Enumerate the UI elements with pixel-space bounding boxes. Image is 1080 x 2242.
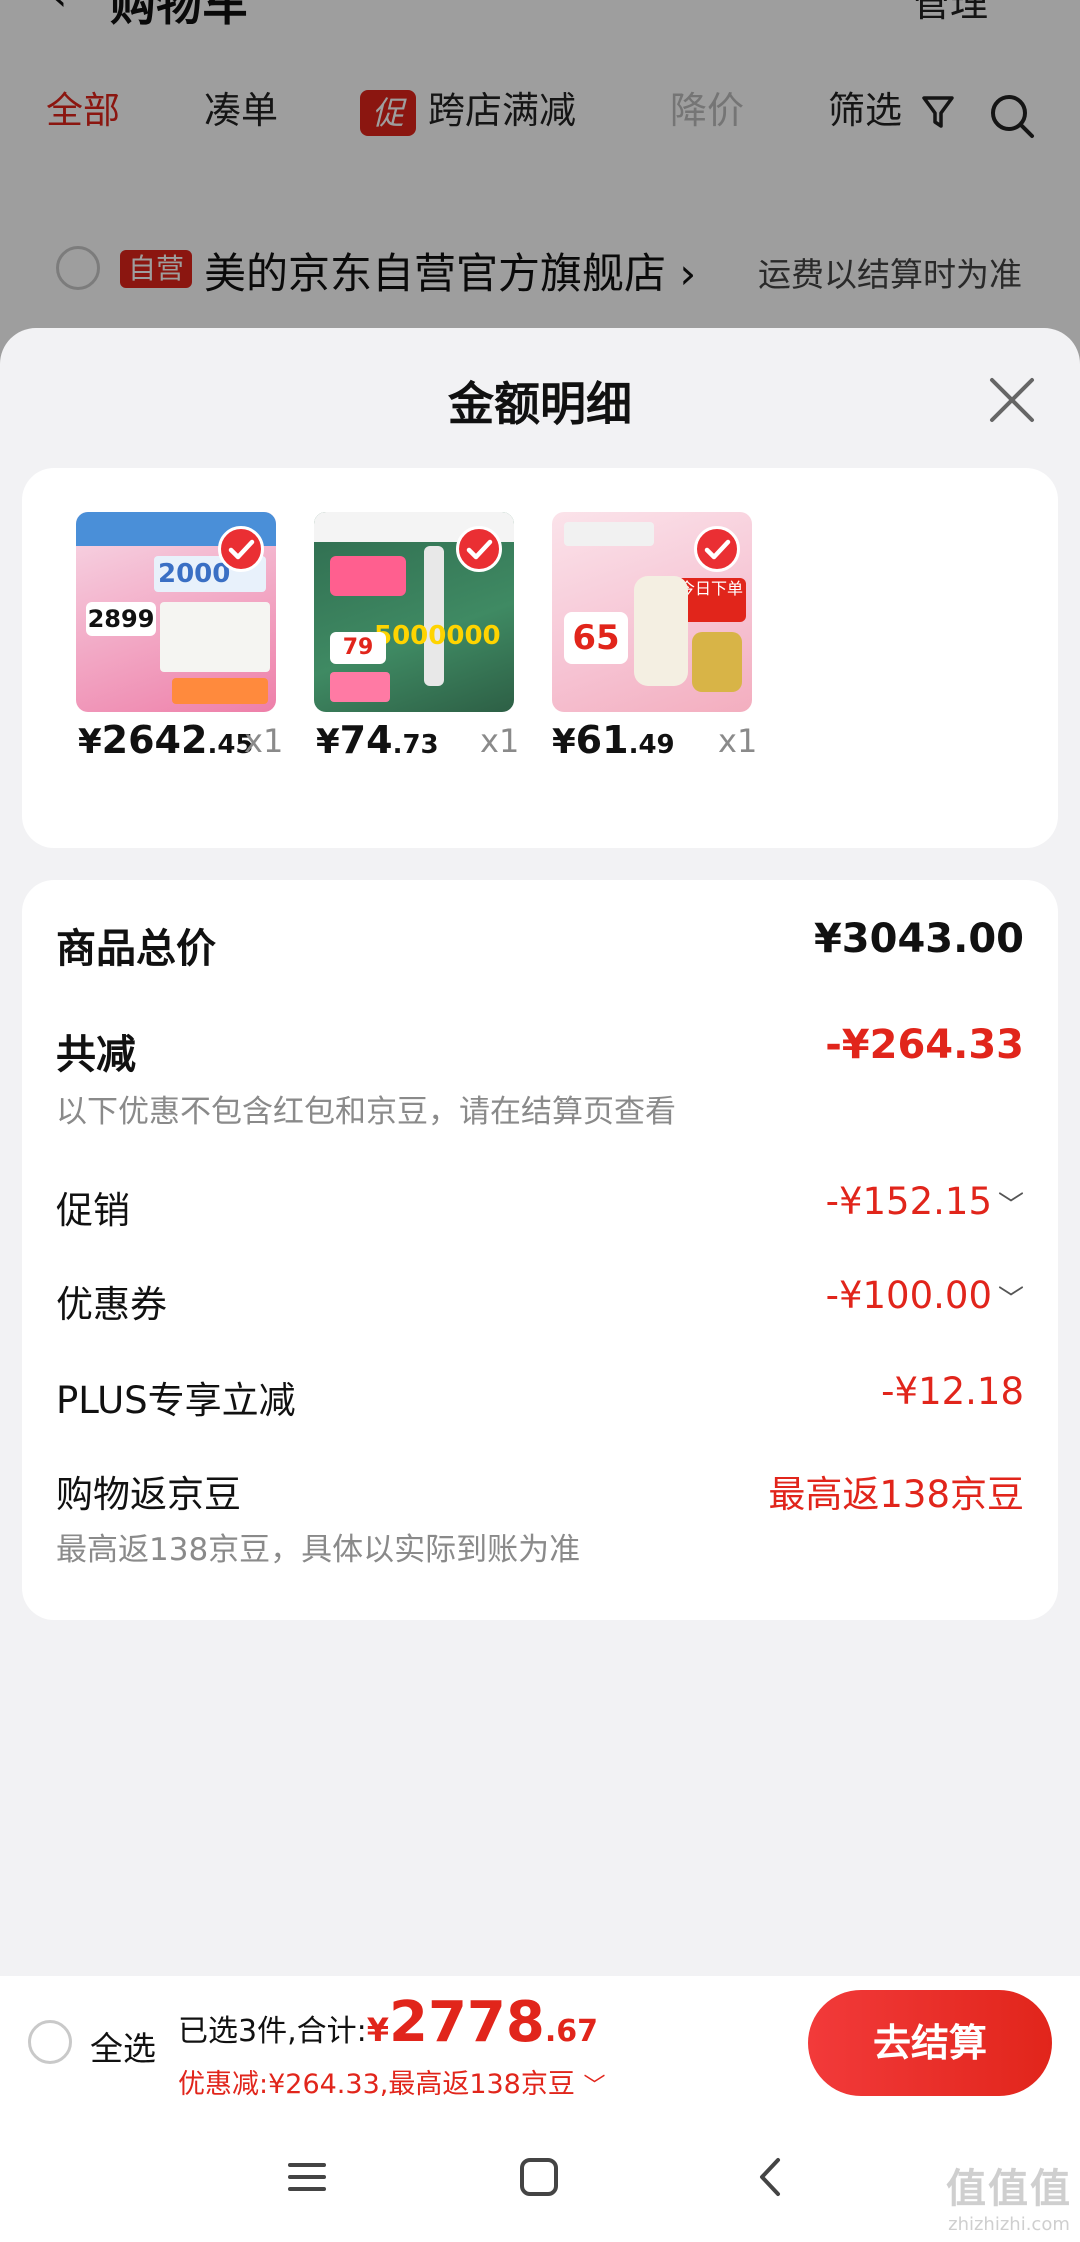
image-price-tag: 79 [330,632,386,664]
product-quantity: x1 [718,722,758,760]
image-price-tag: 65 [564,612,628,664]
summary-label: 已选3件,合计: [178,2014,367,2049]
product-quantity: x1 [244,722,284,760]
coupon-label: 优惠券 [56,1283,167,1326]
image-badge [330,556,406,596]
image-big-number: 5000000 [374,621,501,651]
total-price-value: ¥3043.00 [813,916,1024,962]
kettle-shape [634,576,688,686]
reduction-note: 以下优惠不包含红包和京豆，请在结算页查看 [56,1094,676,1130]
total-currency: ¥ [366,2011,389,2049]
garment-steamer-product-image: 5000000 79 [314,512,514,712]
promotion-row[interactable]: -¥152.15 ﹀ [826,1180,1024,1223]
selected-check-icon [456,526,502,572]
image-promo-strip [172,678,268,704]
air-conditioner-unit [160,602,270,672]
total-reduction-value: -¥264.33 [825,1022,1024,1068]
price-integer: 2642 [101,718,208,762]
sheet-title: 金额明细 [448,377,632,431]
total-price-label: 商品总价 [56,926,216,972]
product-price: ¥74.73 [316,718,439,762]
promotion-label: 促销 [56,1189,130,1232]
plus-discount-label: PLUS专享立减 [56,1379,296,1422]
system-nav-bar: 值值值 zhizhizhi.com [0,2110,1080,2242]
coupon-value: -¥100.00 [825,1274,992,1317]
checkout-button[interactable]: 去结算 [808,1990,1052,2096]
cart-page: ‹ 购物车 管理 全部 凑单 促跨店满减 降价 筛选 自营 美的京东自营官方旗舰… [0,0,1080,2242]
product-item[interactable]: 2000 2899 [76,512,286,712]
checkout-bar: 全选 已选3件,合计:¥2778.67 优惠减:¥264.33,最高返138京豆… [0,1976,1080,2110]
back-icon[interactable] [746,2152,796,2202]
price-currency: ¥ [78,722,102,762]
total-amount-integer: 2778 [389,1990,545,2055]
product-item[interactable]: 5000000 79 [314,512,524,712]
price-detail-card: 商品总价 ¥3043.00 共减 -¥264.33 以下优惠不包含红包和京豆，请… [22,880,1058,1620]
product-item[interactable]: 今日下单 65 [552,512,762,712]
product-quantity: x1 [480,722,520,760]
image-brand [564,522,654,546]
selected-check-icon [694,526,740,572]
beans-return-value: 最高返138京豆 [768,1473,1024,1516]
price-currency: ¥ [552,722,576,762]
discount-summary-link[interactable]: 优惠减:¥264.33,最高返138京豆 ﹀ [178,2062,605,2101]
price-integer: 74 [339,718,393,762]
price-decimal: .49 [628,730,675,760]
selected-check-icon [218,526,264,572]
chevron-down-icon: ﹀ [997,1285,1024,1315]
total-reduction-label: 共减 [56,1032,136,1078]
product-price: ¥2642.45 [78,718,254,762]
coupon-row[interactable]: -¥100.00 ﹀ [826,1274,1024,1317]
beans-return-note: 最高返138京豆，具体以实际到账为准 [56,1532,581,1568]
discount-summary: 优惠减:¥264.33,最高返138京豆 [178,2069,575,2100]
price-decimal: .73 [392,730,439,760]
electric-kettle-product-image: 今日下单 65 [552,512,752,712]
select-all-label[interactable]: 全选 [90,2022,156,2070]
price-currency: ¥ [316,722,340,762]
gift-shape [692,632,742,692]
chevron-down-icon: ﹀ [997,1191,1024,1221]
promotion-value: -¥152.15 [825,1180,992,1223]
chevron-down-icon: ﹀ [583,2074,606,2099]
products-card: 2000 2899 ¥2642.45 x1 5000000 79 ¥74.73 … [22,468,1058,848]
menu-icon[interactable] [282,2152,332,2202]
product-price: ¥61.49 [552,718,675,762]
close-icon[interactable] [982,370,1042,430]
beans-return-label: 购物返京豆 [56,1473,241,1516]
home-icon[interactable] [514,2152,564,2202]
plus-discount-value: -¥12.18 [881,1370,1024,1413]
select-all-radio[interactable] [28,2020,72,2064]
order-summary: 已选3件,合计:¥2778.67 [178,1990,598,2055]
watermark-url: zhizhizhi.com [948,2214,1070,2235]
price-integer: 61 [575,718,629,762]
watermark: 值值值 zhizhizhi.com [946,2156,1072,2235]
watermark-logo: 值值值 [946,2166,1072,2212]
image-price-tag: 2899 [86,602,156,636]
image-promo-strip [330,672,390,702]
total-amount-decimal: .67 [544,2014,599,2049]
amount-detail-sheet: 金额明细 2000 2899 ¥2642.45 x1 5000000 79 ¥7… [0,328,1080,1976]
air-conditioner-product-image: 2000 2899 [76,512,276,712]
